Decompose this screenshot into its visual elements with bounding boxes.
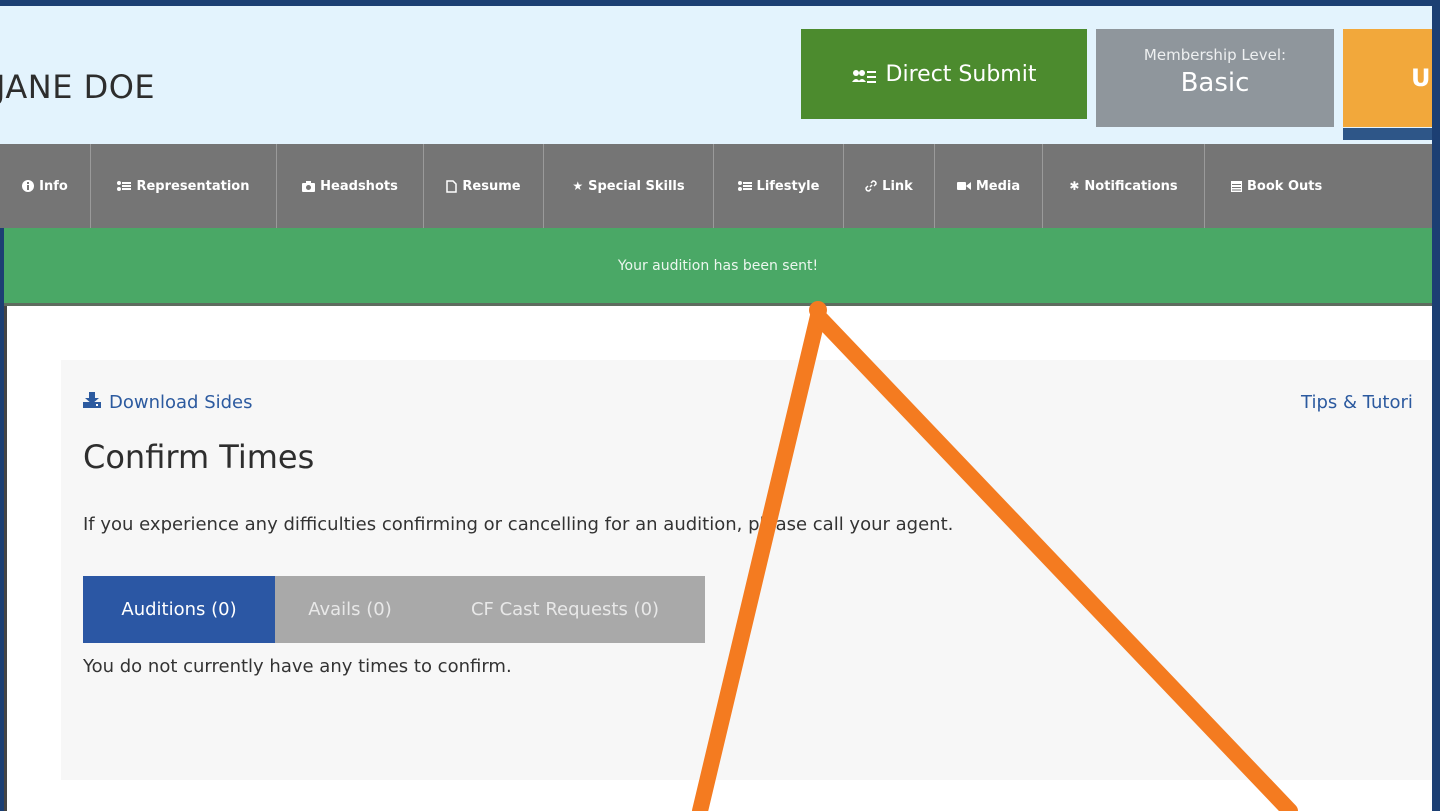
info-icon — [22, 180, 35, 192]
nav-item-book-outs[interactable]: Book Outs — [1205, 144, 1432, 228]
list-icon — [117, 181, 132, 191]
nav-item-resume[interactable]: Resume — [424, 144, 544, 228]
nav-item-representation[interactable]: Representation — [91, 144, 277, 228]
nav-item-media[interactable]: Media — [935, 144, 1043, 228]
users-list-icon — [851, 66, 876, 83]
nav-item-label: Media — [975, 178, 1021, 194]
nav-item-label: Headshots — [320, 178, 398, 194]
camera-icon — [302, 180, 316, 192]
download-sides-link[interactable]: Download Sides — [83, 392, 253, 413]
window-frame-right — [1432, 0, 1440, 811]
membership-level-value: Basic — [1180, 68, 1250, 98]
nav-item-headshots[interactable]: Headshots — [277, 144, 424, 228]
nav-item-label: Link — [882, 178, 913, 194]
tab-cf-cast-requests[interactable]: CF Cast Requests (0) — [425, 576, 705, 643]
nav-item-notifications[interactable]: ✱ Notifications — [1043, 144, 1205, 228]
help-text: If you experience any difficulties confi… — [83, 514, 954, 535]
nav-item-special-skills[interactable]: ★ Special Skills — [544, 144, 714, 228]
video-icon — [956, 181, 971, 191]
user-name: JANE DOE — [0, 68, 156, 106]
success-alert: Your audition has been sent! — [4, 228, 1432, 306]
calendar-icon — [1231, 180, 1242, 192]
membership-label: Membership Level: — [1143, 46, 1287, 64]
download-icon — [83, 392, 101, 413]
list-icon — [737, 181, 752, 191]
confirm-tabs: Auditions (0) Avails (0) CF Cast Request… — [83, 576, 705, 643]
download-sides-label: Download Sides — [109, 392, 253, 413]
tab-avails[interactable]: Avails (0) — [275, 576, 425, 643]
confirm-times-panel: Download Sides Tips & Tutori Confirm Tim… — [61, 360, 1437, 780]
direct-submit-label: Direct Submit — [885, 61, 1037, 87]
tab-auditions[interactable]: Auditions (0) — [83, 576, 275, 643]
direct-submit-button[interactable]: Direct Submit — [801, 29, 1087, 119]
nav-item-label: Resume — [462, 178, 521, 194]
upgrade-button[interactable]: Up — [1343, 29, 1440, 127]
header-divider — [1343, 128, 1432, 140]
nav-item-lifestyle[interactable]: Lifestyle — [714, 144, 844, 228]
header: JANE DOE Direct Submit Membership Level:… — [0, 6, 1440, 144]
nav-item-label: Representation — [136, 178, 250, 194]
alert-message: Your audition has been sent! — [617, 257, 819, 274]
nav-item-info[interactable]: Info — [0, 144, 91, 228]
page: JANE DOE Direct Submit Membership Level:… — [0, 0, 1440, 811]
nav-item-link[interactable]: Link — [844, 144, 935, 228]
main-content: Download Sides Tips & Tutori Confirm Tim… — [4, 306, 1437, 811]
link-icon — [865, 180, 877, 192]
nav-item-label: Lifestyle — [756, 178, 820, 194]
membership-level-badge: Membership Level: Basic — [1096, 29, 1334, 127]
nav-item-label: Special Skills — [588, 178, 685, 194]
profile-nav: Info Representation Headshots Resume ★ S… — [0, 144, 1432, 228]
tips-tutorials-link[interactable]: Tips & Tutori — [1301, 392, 1413, 413]
page-title: Confirm Times — [83, 438, 315, 476]
star-icon: ★ — [572, 179, 584, 193]
document-icon — [446, 179, 458, 193]
nav-item-label: Info — [39, 178, 68, 194]
asterisk-icon: ✱ — [1069, 179, 1080, 193]
nav-item-label: Notifications — [1084, 178, 1178, 194]
nav-item-label: Book Outs — [1247, 178, 1323, 194]
empty-state-message: You do not currently have any times to c… — [83, 656, 512, 677]
